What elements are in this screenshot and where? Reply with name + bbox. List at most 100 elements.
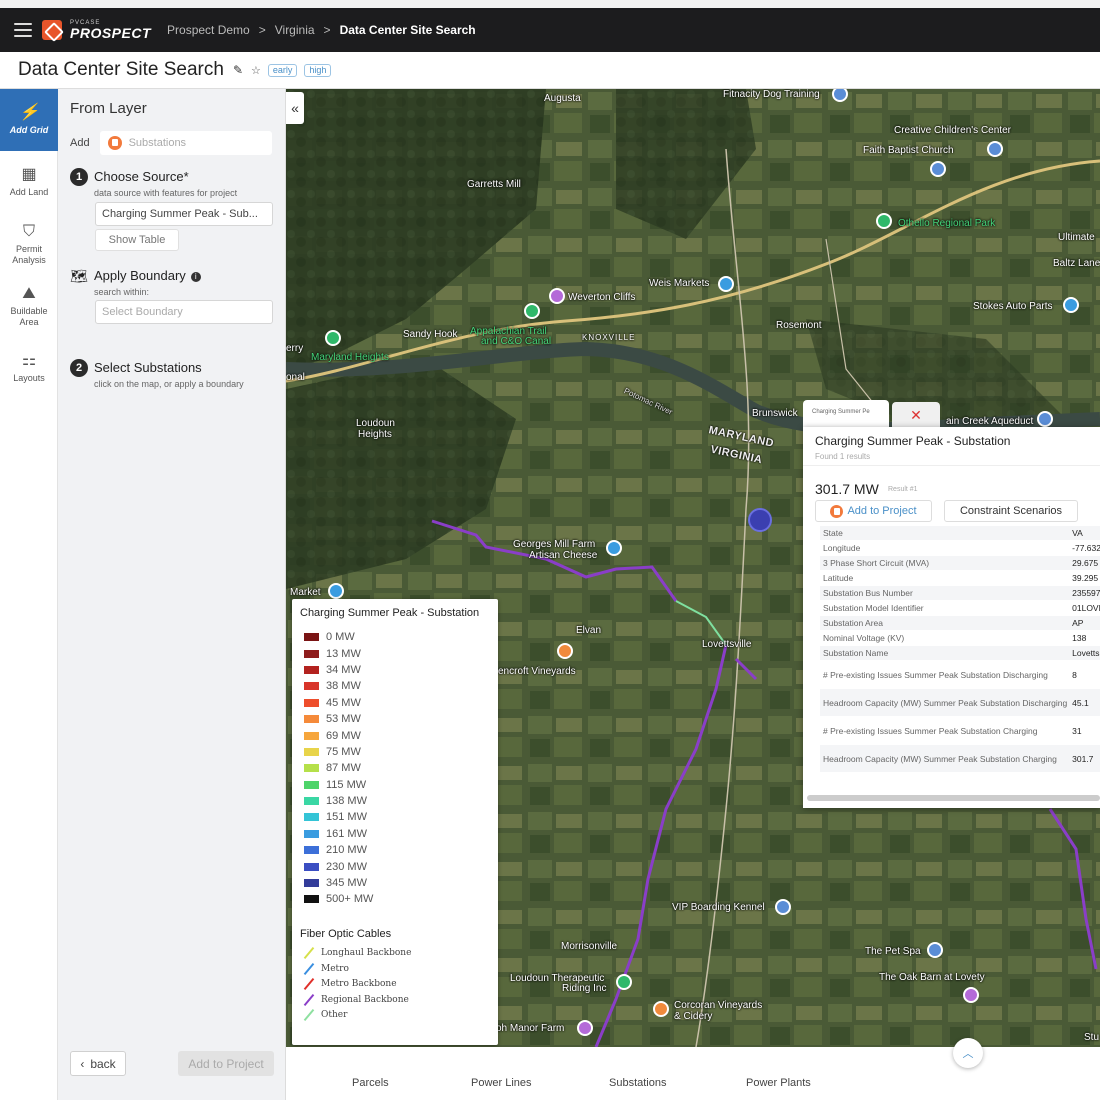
collapse-panel-button[interactable]: «	[286, 92, 304, 124]
star-icon[interactable]: ☆	[251, 64, 261, 77]
tab-substations[interactable]: Substations	[609, 1077, 666, 1089]
legend-item: 345 MW	[300, 875, 490, 891]
fiber-line-swatch	[303, 947, 315, 960]
tab-parcels[interactable]: Parcels	[352, 1077, 389, 1089]
map-label: The Pet Spa	[865, 946, 921, 957]
legend-label: 69 MW	[326, 729, 361, 742]
park-pin-icon[interactable]	[325, 330, 341, 346]
venue-pin-icon[interactable]	[577, 1020, 593, 1036]
legend-label: 53 MW	[326, 713, 361, 726]
map-label: Corcoran Vineyards	[674, 1000, 763, 1011]
map-label: Baltz Lane	[1053, 258, 1100, 269]
legend-label: 34 MW	[326, 663, 361, 676]
attribute-value: AP	[1069, 615, 1100, 631]
rail-item-add-land[interactable]: ▦ Add Land	[0, 151, 58, 213]
step-label: Select Substations	[94, 360, 202, 375]
legend-item: 13 MW	[300, 645, 490, 661]
substation-icon	[830, 504, 844, 518]
horizontal-scrollbar[interactable]	[807, 795, 1100, 801]
show-table-button[interactable]: Show Table	[95, 229, 179, 251]
breadcrumb-item-region[interactable]: Virginia	[275, 23, 315, 37]
attribute-key: 3 Phase Short Circuit (MVA)	[820, 555, 1070, 571]
back-button[interactable]: ‹ back	[70, 1051, 126, 1076]
legend-item: 230 MW	[300, 858, 490, 874]
legend-swatch	[304, 780, 319, 789]
attribute-value: 29.675	[1069, 555, 1100, 571]
legend-item: 69 MW	[300, 727, 490, 743]
constraint-scenarios-button[interactable]: Constraint Scenarios	[944, 500, 1078, 522]
attribute-key: Longitude	[820, 540, 1070, 556]
page-title: Data Center Site Search	[18, 59, 224, 80]
legend-item: 34 MW	[300, 662, 490, 678]
tag-early[interactable]: early	[267, 63, 298, 77]
park-pin-icon[interactable]	[876, 213, 892, 229]
map-label: Sandy Hook	[403, 329, 458, 340]
legend-swatch	[304, 895, 319, 904]
poi-pin-icon[interactable]	[987, 141, 1003, 157]
legend-label: 161 MW	[326, 827, 367, 840]
venue-pin-icon[interactable]	[963, 987, 979, 1003]
legend-label: 75 MW	[326, 745, 361, 758]
attribute-row: Substation Area AP	[820, 615, 1100, 631]
step-label: Apply Boundary i	[94, 267, 201, 285]
legend-swatch	[304, 682, 319, 691]
map-label: VIP Boarding Kennel	[672, 902, 765, 913]
shop-pin-icon[interactable]	[1063, 297, 1079, 313]
logo[interactable]: PVCASE PROSPECT	[70, 20, 151, 40]
map-label: Creative Children's Center	[894, 125, 1011, 136]
poi-pin-icon[interactable]	[775, 899, 791, 915]
map-label: Othello Regional Park	[898, 218, 996, 229]
park-pin-icon[interactable]	[524, 303, 540, 319]
attribute-value: 138	[1069, 630, 1100, 646]
camera-pin-icon[interactable]	[549, 288, 565, 304]
shop-pin-icon[interactable]	[606, 540, 622, 556]
info-icon[interactable]: i	[190, 272, 201, 282]
attribute-key: Headroom Capacity (MW) Summer Peak Subst…	[820, 744, 1070, 773]
fiber-legend-item: Longhaul Backbone	[300, 946, 490, 962]
poi-pin-icon[interactable]	[927, 942, 943, 958]
add-to-project-button[interactable]: Add to Project	[178, 1051, 274, 1076]
rail-item-buildable-area[interactable]: ⛰ Buildable Area	[0, 275, 58, 337]
close-icon[interactable]: ✕	[892, 402, 940, 428]
food-pin-icon[interactable]	[557, 643, 573, 659]
fiber-legend-item: Metro Backbone	[300, 977, 490, 993]
breadcrumb-item-project[interactable]: Prospect Demo	[167, 23, 250, 37]
menu-icon[interactable]	[14, 23, 32, 37]
edit-pencil-icon[interactable]: ✎	[233, 63, 243, 77]
attribute-row: Longitude -77.632	[820, 540, 1100, 556]
popup-tab[interactable]: Charging Summer Pe	[803, 400, 889, 428]
tab-power-plants[interactable]: Power Plants	[746, 1077, 811, 1089]
legend-label: 500+ MW	[326, 893, 374, 906]
boundary-select[interactable]: Select Boundary	[95, 300, 273, 324]
food-pin-icon[interactable]	[653, 1001, 669, 1017]
popup-add-to-project-button[interactable]: Add to Project	[815, 500, 932, 522]
legend-label: 0 MW	[326, 631, 355, 644]
poi-pin-icon[interactable]	[930, 161, 946, 177]
attribute-value: 235597	[1069, 585, 1100, 601]
shop-pin-icon[interactable]	[718, 276, 734, 292]
source-select[interactable]: Charging Summer Peak - Sub...	[95, 202, 273, 226]
map-label: Georges Mill Farm	[513, 539, 596, 550]
rail-item-permit-analysis[interactable]: ⛉ Permit Analysis	[0, 213, 58, 275]
legend-label: 87 MW	[326, 762, 361, 775]
shop-pin-icon[interactable]	[328, 583, 344, 599]
tag-high[interactable]: high	[304, 63, 332, 77]
map-label: erry	[286, 343, 304, 354]
park-pin-icon[interactable]	[616, 974, 632, 990]
legend-swatch	[304, 715, 319, 724]
attribute-value: -77.632	[1069, 540, 1100, 556]
map-label: Weis Markets	[649, 278, 710, 289]
layer-type-select[interactable]: Substations	[99, 131, 272, 155]
chevron-up-icon[interactable]: ︿	[953, 1038, 983, 1068]
rail-item-layouts[interactable]: ⚏ Layouts	[0, 337, 58, 399]
legend-swatch	[304, 829, 319, 838]
map-label: Heights	[358, 429, 392, 440]
rail-item-add-grid[interactable]: ⚡ Add Grid	[0, 89, 58, 151]
attribute-key: Substation Area	[820, 615, 1070, 631]
legend-item: 87 MW	[300, 760, 490, 776]
tab-power-lines[interactable]: Power Lines	[471, 1077, 532, 1089]
attribute-value: 01LOVE	[1069, 600, 1100, 616]
legend-title: Charging Summer Peak - Substation	[300, 607, 480, 619]
map-label: Stokes Auto Parts	[973, 301, 1053, 312]
lightning-icon: ⚡	[19, 104, 39, 121]
